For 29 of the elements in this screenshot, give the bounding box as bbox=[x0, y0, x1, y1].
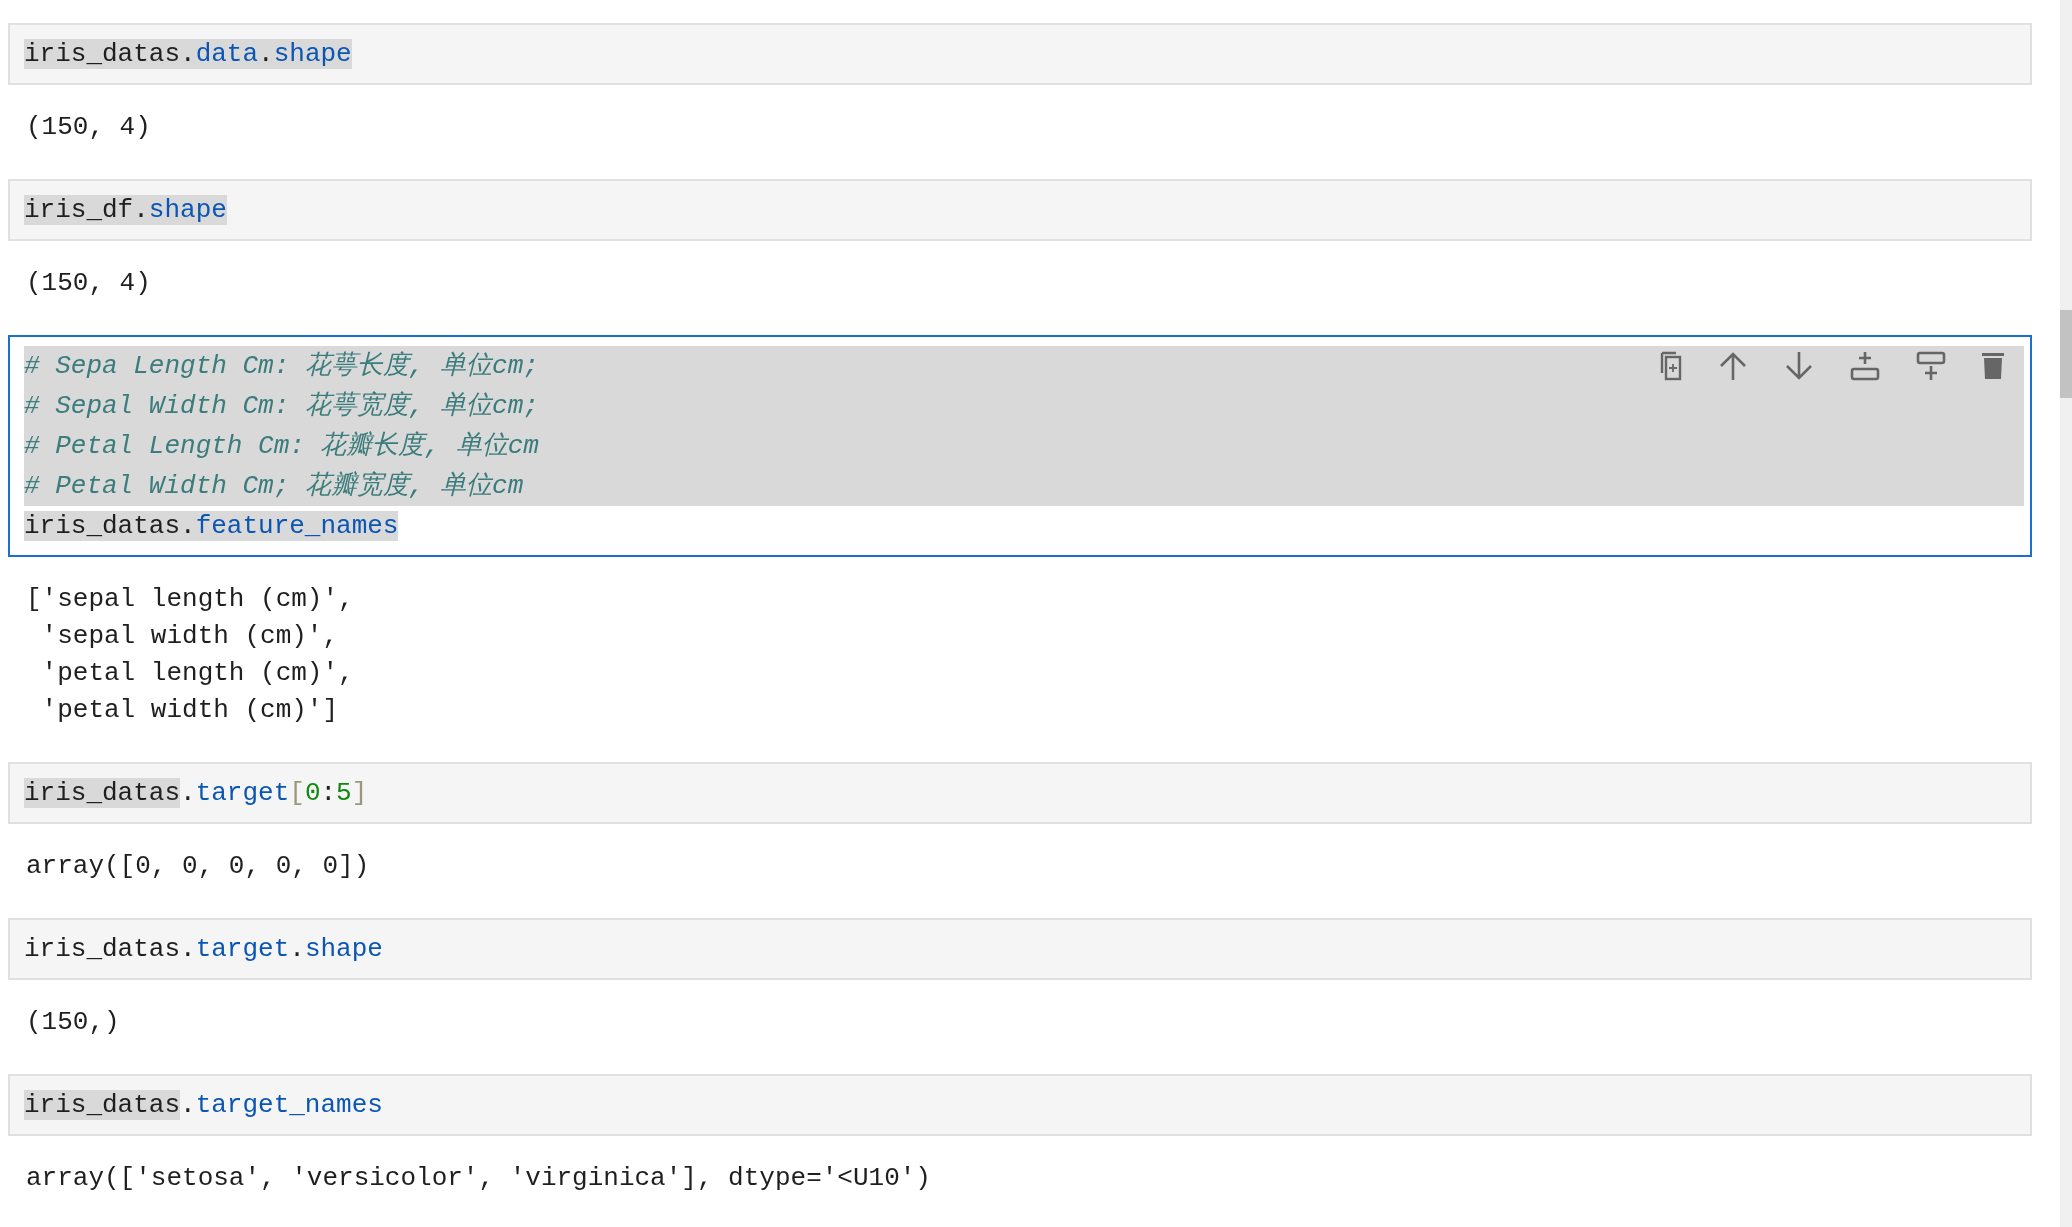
scrollbar-thumb[interactable] bbox=[2060, 310, 2072, 398]
scrollbar-track[interactable] bbox=[2060, 0, 2072, 1227]
code-cell[interactable]: iris_datas.target_names bbox=[8, 1074, 2032, 1136]
output-text: array([0, 0, 0, 0, 0]) bbox=[26, 850, 371, 883]
output-text: 'sepal width (cm)', bbox=[40, 620, 340, 653]
code-line: iris_datas.feature_names bbox=[24, 510, 400, 543]
output-text: 'petal length (cm)', bbox=[40, 657, 355, 690]
code-line: iris_datas.data.shape bbox=[24, 38, 353, 71]
plus-above-bar-icon[interactable] bbox=[1850, 351, 1880, 381]
output-text: (150, 4) bbox=[26, 111, 152, 144]
output-text: (150, 4) bbox=[26, 267, 152, 300]
code-cell[interactable]: iris_datas.target.shape bbox=[8, 918, 2032, 980]
code-line: iris_datas.target.shape bbox=[24, 933, 384, 966]
arrow-down-icon[interactable] bbox=[1784, 351, 1814, 381]
output-text: array(['setosa', 'versicolor', 'virginica'], dtype='<U10') bbox=[26, 1162, 932, 1195]
output-text: ['sepal length (cm)', bbox=[26, 583, 355, 616]
arrow-up-icon[interactable] bbox=[1718, 351, 1748, 381]
trash-icon[interactable] bbox=[1982, 352, 2004, 380]
plus-below-bar-icon[interactable] bbox=[1916, 351, 1946, 381]
code-line: iris_df.shape bbox=[24, 194, 228, 227]
code-line: iris_datas.target[0:5] bbox=[24, 777, 369, 810]
code-cell[interactable]: iris_datas.target[0:5] bbox=[8, 762, 2032, 824]
code-cell[interactable]: iris_datas.data.shape bbox=[8, 23, 2032, 85]
code-cell[interactable]: iris_df.shape bbox=[8, 179, 2032, 241]
code-cell[interactable]: # Sepa Length Cm: 花萼长度, 单位cm; # Sepal Width Cm: 花萼宽度, 单位cm; # Petal Length Cm: 花瓣长度, 单位cm # Petal Width Cm; 花瓣宽度, 单位cm iris_datas.feature_names bbox=[8, 335, 2032, 557]
duplicate-icon[interactable] bbox=[1660, 351, 1682, 381]
code-line: iris_datas.target_names bbox=[24, 1089, 384, 1122]
output-text: (150,) bbox=[26, 1006, 121, 1039]
output-text: 'petal width (cm)'] bbox=[40, 694, 340, 727]
